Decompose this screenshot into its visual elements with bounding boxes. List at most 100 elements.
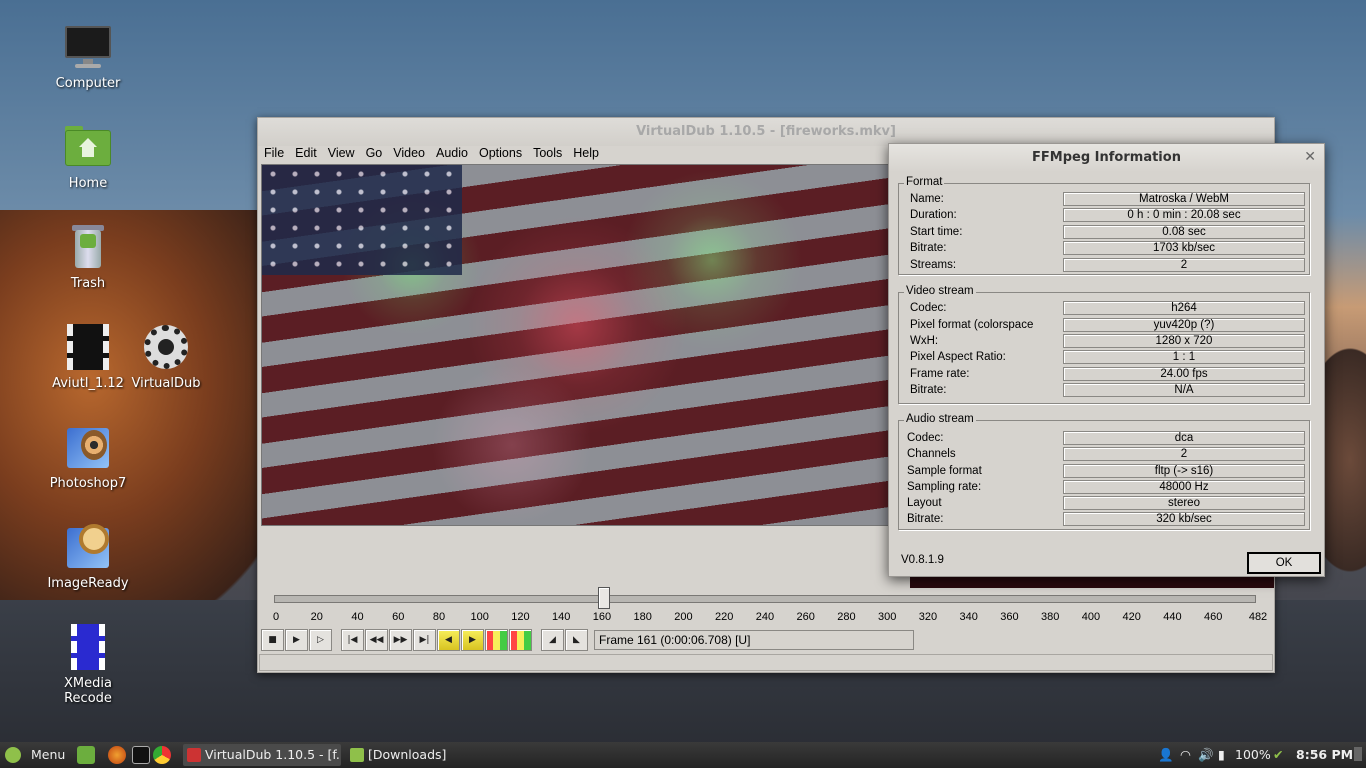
desktop-icon-aviutl[interactable]: Aviutl_1.12	[43, 322, 133, 391]
timeline-tick-label: 100	[470, 611, 489, 623]
desktop-icon-label: Trash	[70, 276, 106, 291]
desktop-icon-virtualdub[interactable]: VirtualDub	[121, 322, 211, 391]
ok-button[interactable]: OK	[1247, 552, 1321, 574]
menu-tools[interactable]: Tools	[532, 146, 568, 164]
prev-scene-button[interactable]	[485, 629, 508, 651]
prev-keyframe-button[interactable]: ◀	[437, 629, 460, 651]
field-value: 0 h : 0 min : 20.08 sec	[1063, 208, 1305, 222]
field-label: Sample format	[907, 465, 982, 477]
field-value: 0.08 sec	[1063, 225, 1305, 239]
field-value: stereo	[1063, 496, 1305, 510]
field-label: Bitrate:	[910, 384, 947, 396]
terminal-icon[interactable]	[132, 746, 150, 764]
prev-frame-button[interactable]: ◀◀	[365, 629, 388, 651]
firefox-icon[interactable]	[108, 746, 126, 764]
menu-go[interactable]: Go	[365, 146, 389, 164]
taskbar-task-downloads[interactable]: [Downloads]	[346, 744, 504, 766]
window-title[interactable]: VirtualDub 1.10.5 - [fireworks.mkv]	[258, 118, 1274, 146]
timeline-track[interactable]	[274, 595, 1256, 603]
close-icon[interactable]: ✕	[1304, 148, 1316, 165]
menu-file[interactable]: File	[263, 146, 290, 164]
taskbar-task-virtualdub[interactable]: VirtualDub 1.10.5 - [f...	[183, 744, 341, 766]
show-desktop-icon[interactable]	[77, 746, 95, 764]
timeline-tick-label: 120	[511, 611, 530, 623]
timeline-tick-label: 340	[959, 611, 978, 623]
desktop-icon-trash[interactable]: Trash	[43, 222, 133, 291]
next-scene-button[interactable]	[509, 629, 532, 651]
field-label: Pixel format (colorspace	[910, 319, 1034, 331]
audio-stream-group: Audio stream Codec: dca Channels 2 Sample …	[898, 413, 1310, 530]
menu-view[interactable]: View	[327, 146, 361, 164]
field-value: fltp (-> s16)	[1063, 464, 1305, 478]
timeline-tick-label: 240	[755, 611, 775, 623]
play-input-button[interactable]: ▶	[285, 629, 308, 651]
field-label: Channels	[907, 448, 956, 460]
stop-button[interactable]: ■	[261, 629, 284, 651]
go-end-button[interactable]: ▶|	[413, 629, 436, 651]
timeline-tick-label: 140	[552, 611, 571, 623]
flag-canton	[262, 165, 462, 275]
field-value: 2	[1063, 258, 1305, 272]
trash-icon	[63, 222, 113, 272]
menu-audio[interactable]: Audio	[435, 146, 474, 164]
desktop-icon-home[interactable]: Home	[43, 122, 133, 191]
menu-options[interactable]: Options	[478, 146, 528, 164]
menu-video[interactable]: Video	[392, 146, 431, 164]
group-label: Video stream	[904, 285, 976, 297]
timeline-tick-label: 160	[592, 611, 612, 623]
start-menu-button[interactable]: Menu	[31, 747, 65, 762]
field-label: Layout	[907, 497, 942, 509]
field-value: 24.00 fps	[1063, 367, 1305, 381]
ffmpeg-info-dialog[interactable]: FFMpeg Information ✕ Format Name: Matrosk…	[888, 143, 1325, 577]
shield-icon[interactable]: ✔	[1273, 747, 1283, 762]
desktop-icon-label: Home	[68, 176, 108, 191]
field-label: Duration:	[910, 209, 957, 221]
mint-logo-icon[interactable]	[5, 747, 21, 763]
mark-out-button[interactable]: ◣	[565, 629, 588, 651]
dialog-title[interactable]: FFMpeg Information	[889, 144, 1324, 172]
next-keyframe-button[interactable]: ▶	[461, 629, 484, 651]
timeline-tick-label: 40	[351, 611, 364, 623]
field-value: 1703 kb/sec	[1063, 241, 1305, 255]
desktop-icon-label: VirtualDub	[131, 376, 201, 391]
menu-help[interactable]: Help	[572, 146, 605, 164]
chrome-icon[interactable]	[153, 746, 171, 764]
desktop-icon-computer[interactable]: Computer	[43, 22, 133, 91]
field-label: Name:	[910, 193, 944, 205]
timeline-tick-label: 80	[432, 611, 446, 623]
wifi-icon[interactable]: ◠	[1180, 747, 1191, 762]
user-icon[interactable]: 👤	[1158, 747, 1174, 763]
battery-icon[interactable]: ▮	[1218, 747, 1225, 762]
field-value: dca	[1063, 431, 1305, 445]
clock[interactable]: 8:56 PM	[1296, 747, 1353, 762]
output-preview-pane	[910, 576, 1274, 588]
next-frame-button[interactable]: ▶▶	[389, 629, 412, 651]
mark-in-button[interactable]: ◢	[541, 629, 564, 651]
go-start-button[interactable]: |◀	[341, 629, 364, 651]
desktop-icon-photoshop[interactable]: Photoshop7	[43, 422, 133, 491]
field-label: Codec:	[910, 302, 947, 314]
play-output-button[interactable]: ▷	[309, 629, 332, 651]
field-value: 1 : 1	[1063, 350, 1305, 364]
menu-edit[interactable]: Edit	[294, 146, 323, 164]
desktop-icon-label: Aviutl_1.12	[52, 376, 124, 391]
timeline-tick-label: 260	[796, 611, 815, 623]
desktop-icon-xmedia-recode[interactable]: XMedia Recode	[43, 622, 133, 706]
desktop-icon-imageready[interactable]: ImageReady	[43, 522, 133, 591]
timeline-ticks: 0 20 40 60 80 100 120 140 160 180 200 220 240 260 280 3…	[258, 608, 1276, 628]
workspace-switch-icon[interactable]	[1354, 747, 1362, 761]
volume-icon[interactable]: 🔊	[1198, 747, 1214, 763]
timeline-slider-thumb[interactable]	[598, 587, 610, 609]
transport-toolbar: ■ ▶ ▷ |◀ ◀◀ ▶▶ ▶| ◀ ▶ ◢ ◣	[261, 629, 589, 653]
field-label: Start time:	[910, 226, 963, 238]
timeline-tick-label: 320	[918, 611, 938, 623]
field-value: yuv420p (?)	[1063, 318, 1305, 332]
timeline-tick-label: 460	[1203, 611, 1223, 623]
field-label: WxH:	[910, 335, 939, 347]
field-label: Codec:	[907, 432, 944, 444]
taskbar: Menu VirtualDub 1.10.5 - [f... [Download…	[0, 742, 1366, 768]
field-value: 2	[1063, 447, 1305, 461]
field-value: Matroska / WebM	[1063, 192, 1305, 206]
field-value: N/A	[1063, 383, 1305, 397]
timeline-tick-label: 20	[310, 611, 323, 623]
